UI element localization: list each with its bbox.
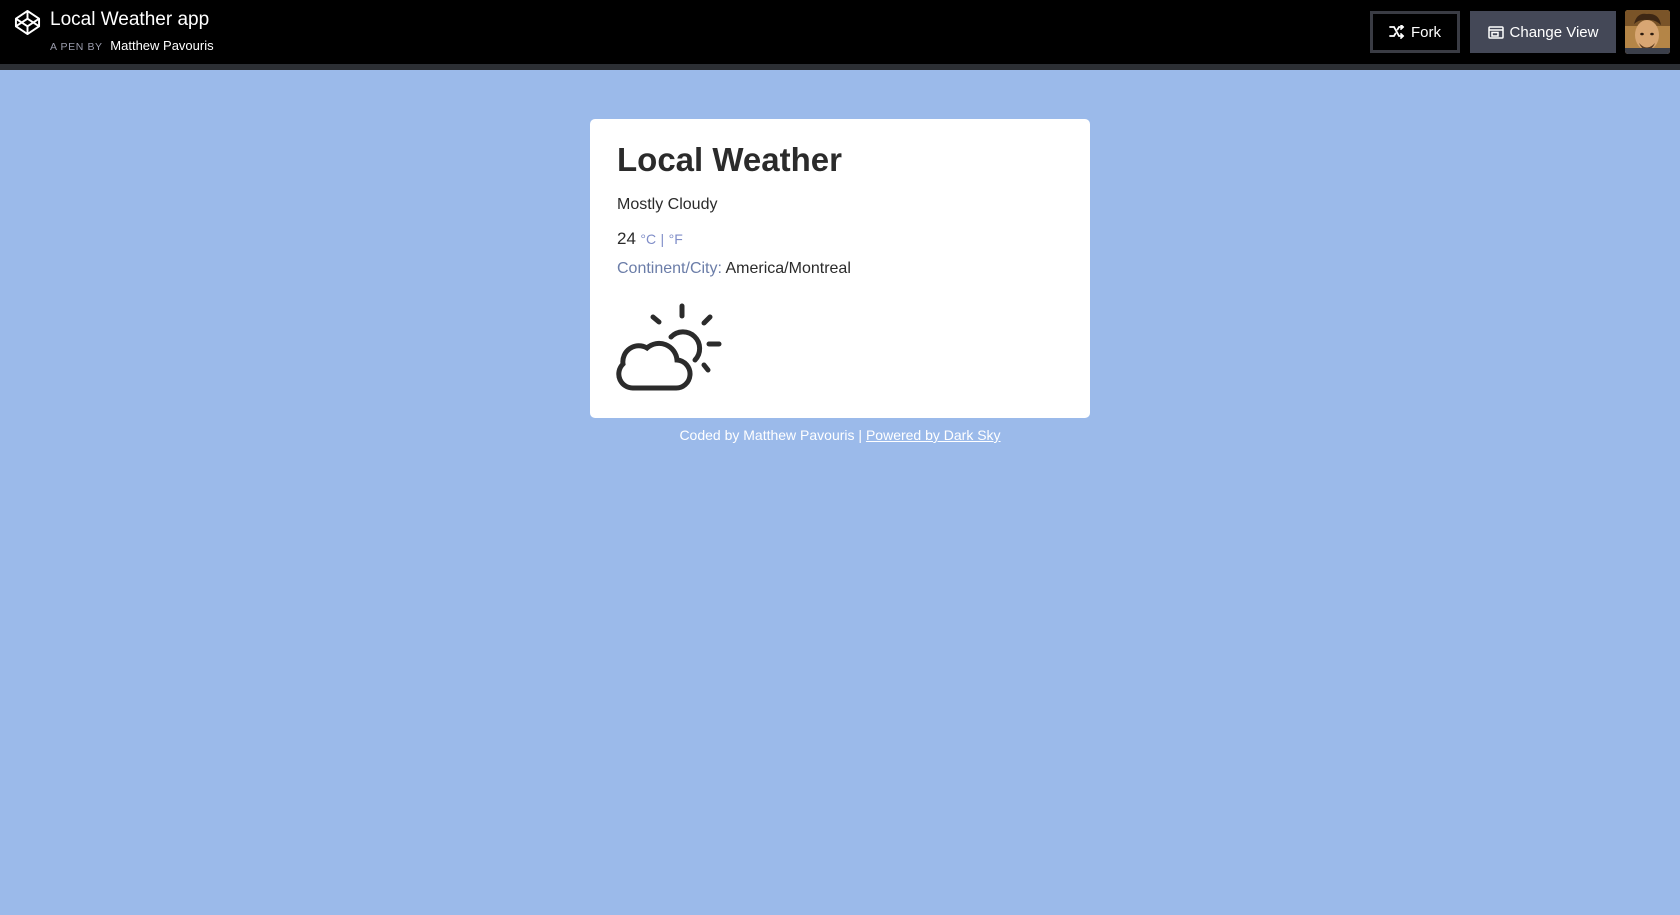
pen-author-link[interactable]: Matthew Pavouris	[110, 38, 213, 53]
location-line: Continent/City: America/Montreal	[617, 260, 851, 278]
user-avatar[interactable]	[1625, 10, 1670, 54]
unit-separator: |	[660, 231, 665, 247]
codepen-header: Local Weather app A PEN BY Matthew Pavou…	[0, 0, 1680, 70]
weather-card: Local Weather Mostly Cloudy 24 °C | °F C…	[590, 119, 1090, 418]
fork-icon	[1389, 25, 1405, 39]
change-view-button[interactable]: Change View	[1470, 11, 1616, 53]
city-value: America/Montreal	[725, 260, 851, 277]
celsius-toggle[interactable]: °C	[640, 231, 656, 247]
coded-by-text: Coded by Matthew Pavouris |	[679, 427, 863, 443]
avatar-image	[1625, 10, 1670, 54]
codepen-logo-icon[interactable]	[14, 9, 41, 36]
powered-by-dark-sky-link[interactable]: Powered by Dark Sky	[866, 427, 1001, 443]
change-view-label: Change View	[1509, 23, 1599, 41]
temperature-line: 24 °C | °F	[617, 229, 683, 249]
pen-author-line: A PEN BY Matthew Pavouris	[50, 38, 214, 53]
change-view-icon	[1487, 25, 1504, 39]
temperature-value: 24	[617, 229, 636, 248]
city-label: Continent/City:	[617, 260, 722, 277]
fork-label: Fork	[1411, 23, 1441, 41]
fahrenheit-toggle[interactable]: °F	[669, 231, 683, 247]
pen-title: Local Weather app	[50, 9, 210, 30]
fork-button[interactable]: Fork	[1370, 11, 1460, 53]
pen-by-prefix: A PEN BY	[50, 41, 103, 53]
weather-summary: Mostly Cloudy	[617, 196, 718, 213]
footer: Coded by Matthew Pavouris | Powered by D…	[590, 427, 1090, 443]
card-title: Local Weather	[617, 141, 842, 178]
partly-cloudy-day-icon	[616, 303, 722, 391]
